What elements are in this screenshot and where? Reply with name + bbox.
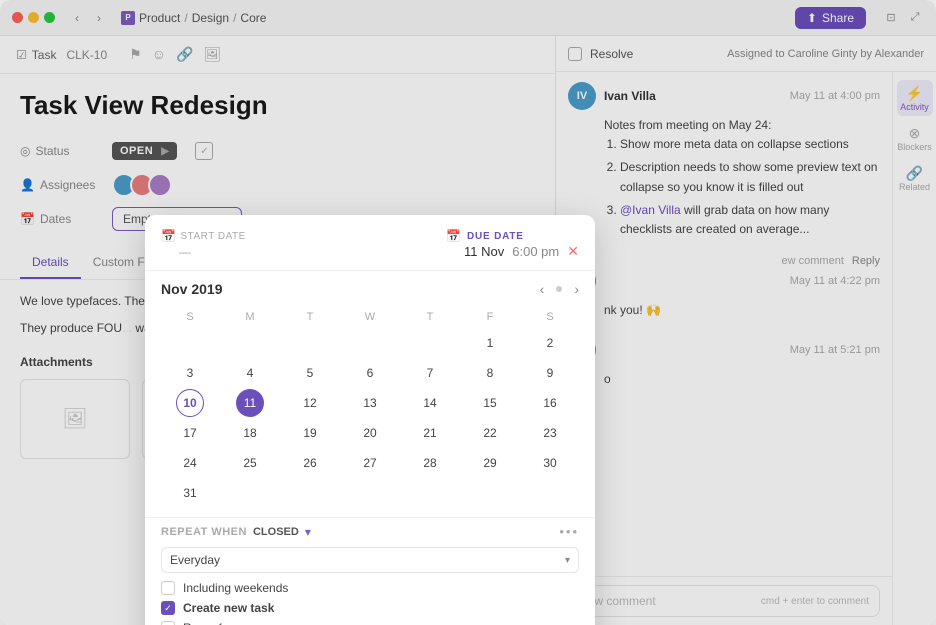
repeat-option-recur-forever: Recur forever bbox=[161, 621, 579, 625]
cal-day-8[interactable]: 8 bbox=[476, 359, 504, 387]
calendar-month: Nov 2019 bbox=[161, 281, 222, 297]
repeat-when-value: CLOSED bbox=[253, 526, 299, 538]
cal-header-T2: T bbox=[401, 307, 459, 327]
frequency-select[interactable]: Everyday ▾ bbox=[161, 547, 579, 573]
repeat-when-chevron[interactable]: ▾ bbox=[305, 525, 311, 539]
calendar-next-button[interactable]: › bbox=[574, 281, 579, 297]
cal-day-31[interactable]: 31 bbox=[176, 479, 204, 507]
due-date-label: DUE DATE bbox=[467, 231, 524, 242]
cal-day-29[interactable]: 29 bbox=[476, 449, 504, 477]
cal-day-30[interactable]: 30 bbox=[536, 449, 564, 477]
recur-forever-checkbox[interactable] bbox=[161, 621, 175, 625]
calendar-today-dot[interactable] bbox=[556, 286, 562, 292]
cal-header-S2: S bbox=[521, 307, 579, 327]
repeat-options-menu[interactable]: ••• bbox=[559, 524, 579, 539]
cal-day-25[interactable]: 25 bbox=[236, 449, 264, 477]
cal-day-5[interactable]: 5 bbox=[296, 359, 324, 387]
calendar-nav: ‹ › bbox=[540, 281, 579, 297]
cal-day-18[interactable]: 18 bbox=[236, 419, 264, 447]
cal-day-empty-11 bbox=[536, 479, 564, 507]
repeat-option-new-task: Create new task bbox=[161, 601, 579, 615]
new-task-label: Create new task bbox=[183, 601, 274, 615]
weekends-checkbox[interactable] bbox=[161, 581, 175, 595]
calendar-grid: S M T W T F S 1 2 3 4 5 6 7 bbox=[161, 307, 579, 507]
cal-day-empty-1 bbox=[176, 329, 204, 357]
cal-day-1[interactable]: 1 bbox=[476, 329, 504, 357]
cal-day-empty-8 bbox=[356, 479, 384, 507]
cal-day-empty-4 bbox=[356, 329, 384, 357]
calendar-header: Nov 2019 ‹ › bbox=[161, 281, 579, 297]
cal-day-16[interactable]: 16 bbox=[536, 389, 564, 417]
cal-day-empty-10 bbox=[476, 479, 504, 507]
calendar-section: Nov 2019 ‹ › S M T W T F S bbox=[145, 271, 595, 517]
cal-day-4[interactable]: 4 bbox=[236, 359, 264, 387]
cal-day-23[interactable]: 23 bbox=[536, 419, 564, 447]
calendar-icon-due: 📅 bbox=[446, 229, 461, 243]
cal-header-F: F bbox=[461, 307, 519, 327]
cal-day-12[interactable]: 12 bbox=[296, 389, 324, 417]
cal-day-17[interactable]: 17 bbox=[176, 419, 204, 447]
cal-header-T1: T bbox=[281, 307, 339, 327]
due-time-value: 6:00 pm bbox=[512, 244, 559, 259]
cal-day-empty-5 bbox=[416, 329, 444, 357]
repeat-section: REPEAT WHEN CLOSED ▾ ••• Everyday ▾ Incl… bbox=[145, 517, 595, 625]
start-date-section: 📅 START DATE — bbox=[161, 229, 246, 259]
cal-header-W: W bbox=[341, 307, 399, 327]
cal-day-13[interactable]: 13 bbox=[356, 389, 384, 417]
cal-day-22[interactable]: 22 bbox=[476, 419, 504, 447]
cal-day-15[interactable]: 15 bbox=[476, 389, 504, 417]
cal-day-14[interactable]: 14 bbox=[416, 389, 444, 417]
cal-day-2[interactable]: 2 bbox=[536, 329, 564, 357]
cal-header-M: M bbox=[221, 307, 279, 327]
calendar-prev-button[interactable]: ‹ bbox=[540, 281, 545, 297]
cal-day-27[interactable]: 27 bbox=[356, 449, 384, 477]
cal-day-7[interactable]: 7 bbox=[416, 359, 444, 387]
due-date-value: 11 Nov bbox=[464, 244, 504, 259]
cal-day-empty-2 bbox=[236, 329, 264, 357]
cal-day-28[interactable]: 28 bbox=[416, 449, 444, 477]
repeat-label: REPEAT WHEN bbox=[161, 526, 247, 538]
cal-day-empty-7 bbox=[296, 479, 324, 507]
cal-day-24[interactable]: 24 bbox=[176, 449, 204, 477]
recur-forever-label: Recur forever bbox=[183, 621, 256, 625]
cal-header-S: S bbox=[161, 307, 219, 327]
cal-day-10[interactable]: 10 bbox=[176, 389, 204, 417]
cal-day-11[interactable]: 11 bbox=[236, 389, 264, 417]
date-picker-modal: 📅 START DATE — 📅 DUE DATE 11 Nov 6:00 pm… bbox=[145, 215, 595, 625]
cal-day-9[interactable]: 9 bbox=[536, 359, 564, 387]
frequency-chevron-icon: ▾ bbox=[565, 555, 570, 566]
cal-day-empty-3 bbox=[296, 329, 324, 357]
cal-day-empty-9 bbox=[416, 479, 444, 507]
cal-day-19[interactable]: 19 bbox=[296, 419, 324, 447]
modal-dates-header: 📅 START DATE — 📅 DUE DATE 11 Nov 6:00 pm… bbox=[145, 215, 595, 271]
new-task-checkbox[interactable] bbox=[161, 601, 175, 615]
repeat-options: Including weekends Create new task Recur… bbox=[161, 581, 579, 625]
cal-day-20[interactable]: 20 bbox=[356, 419, 384, 447]
due-date-section: 📅 DUE DATE 11 Nov 6:00 pm ✕ bbox=[446, 229, 579, 260]
cal-day-6[interactable]: 6 bbox=[356, 359, 384, 387]
weekends-label: Including weekends bbox=[183, 581, 288, 595]
repeat-option-weekends: Including weekends bbox=[161, 581, 579, 595]
cal-day-3[interactable]: 3 bbox=[176, 359, 204, 387]
cal-day-21[interactable]: 21 bbox=[416, 419, 444, 447]
due-date-value-row: 11 Nov 6:00 pm ✕ bbox=[446, 243, 579, 260]
due-date-clear-button[interactable]: ✕ bbox=[567, 243, 579, 260]
cal-day-26[interactable]: 26 bbox=[296, 449, 324, 477]
repeat-header: REPEAT WHEN CLOSED ▾ ••• bbox=[161, 524, 579, 539]
start-date-label: 📅 START DATE bbox=[161, 229, 246, 243]
start-date-value: — bbox=[161, 245, 246, 259]
cal-day-empty-6 bbox=[236, 479, 264, 507]
calendar-icon-start: 📅 bbox=[161, 229, 176, 243]
